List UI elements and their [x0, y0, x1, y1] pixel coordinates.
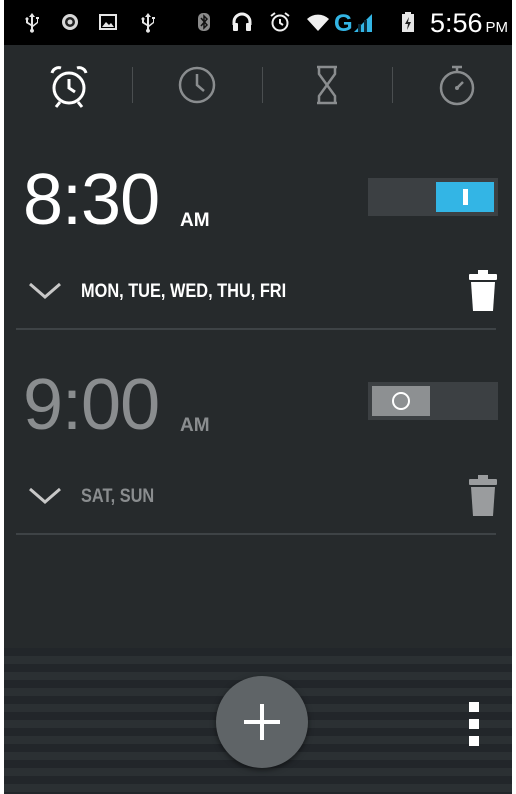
trash-icon [469, 270, 497, 311]
status-bar: G 5:56 PM [4, 0, 512, 45]
switch-on-symbol [463, 189, 468, 205]
alarm-clock-icon [50, 66, 88, 108]
tab-alarm[interactable] [42, 58, 96, 112]
tab-divider [392, 67, 393, 103]
switch-thumb-off [372, 386, 430, 416]
stopwatch-icon [439, 65, 475, 106]
alarm-screen: G 5:56 PM 8:30 AM MON, TUE, WED, THU, FR… [4, 0, 512, 794]
status-time: 5:56 PM [429, 8, 508, 38]
alarm-time[interactable]: 9:00 [23, 369, 160, 441]
image-icon [96, 10, 120, 34]
tab-timer[interactable] [300, 58, 354, 112]
menu-dot [469, 702, 479, 712]
headset-icon [230, 10, 254, 34]
tab-clock[interactable] [170, 58, 224, 112]
usb-icon [20, 10, 44, 34]
alarm-time[interactable]: 8:30 [23, 164, 160, 236]
tab-stopwatch[interactable] [430, 58, 484, 112]
hourglass-icon [317, 65, 337, 105]
alarm-ampm: AM [180, 415, 210, 436]
alarm-ampm: AM [180, 210, 210, 231]
svg-text:G: G [334, 10, 353, 34]
menu-dot [469, 719, 479, 729]
plus-icon [244, 704, 280, 740]
wifi-icon [306, 10, 330, 34]
expand-chevron-icon[interactable] [28, 281, 62, 301]
tab-bar [4, 45, 512, 125]
battery-icon [396, 10, 420, 34]
add-alarm-button[interactable] [216, 676, 308, 768]
delete-alarm-button[interactable] [468, 269, 498, 313]
overflow-menu-button[interactable] [466, 702, 482, 746]
divider [16, 328, 496, 330]
bluetooth-icon [192, 10, 216, 34]
usb-icon [136, 10, 160, 34]
divider [16, 533, 496, 535]
alarm-icon [268, 10, 292, 34]
alarm-toggle-switch[interactable] [368, 382, 498, 420]
signal-icon: G [334, 10, 378, 34]
trash-icon [469, 475, 497, 516]
switch-thumb-on [436, 182, 494, 212]
menu-dot [469, 736, 479, 746]
tab-divider [262, 67, 263, 103]
notification-icon [58, 10, 82, 34]
expand-chevron-icon[interactable] [28, 486, 62, 506]
delete-alarm-button[interactable] [468, 474, 498, 518]
alarm-toggle-switch[interactable] [368, 178, 498, 216]
switch-off-symbol [392, 392, 410, 410]
clock-icon [178, 66, 216, 104]
alarm-repeat-days[interactable]: MON, TUE, WED, THU, FRI [81, 281, 286, 303]
tab-divider [132, 67, 133, 103]
alarm-repeat-days[interactable]: SAT, SUN [81, 486, 154, 508]
